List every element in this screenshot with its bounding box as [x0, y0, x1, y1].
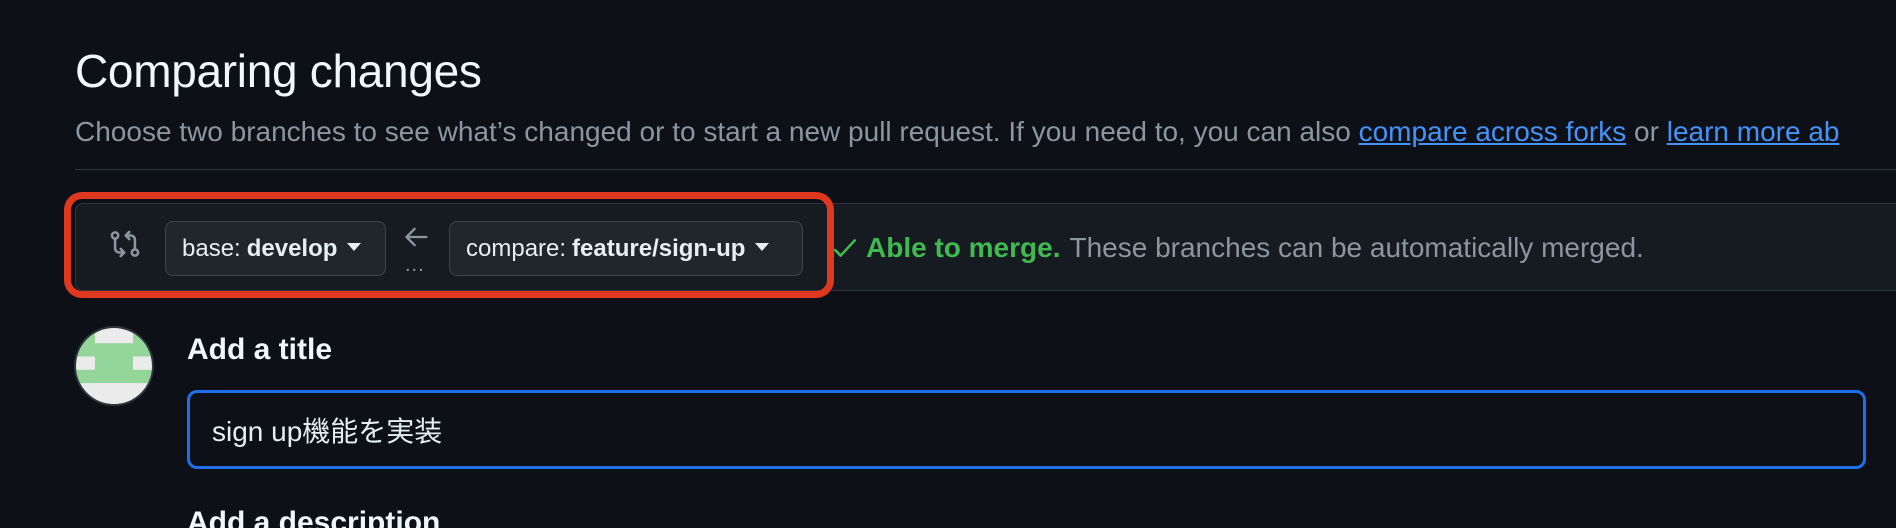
annotation-highlight-box: [64, 192, 834, 298]
subtitle-or: or: [1626, 116, 1667, 147]
description-label: Add a description: [187, 506, 441, 528]
merge-ok-label: Able to merge.: [866, 232, 1061, 263]
divider: [75, 169, 1896, 170]
learn-more-link[interactable]: learn more ab: [1667, 116, 1840, 147]
title-label: Add a title: [187, 333, 333, 366]
compare-across-forks-link[interactable]: compare across forks: [1359, 116, 1627, 147]
avatar[interactable]: [74, 326, 154, 406]
check-icon: [833, 239, 857, 257]
page-title: Comparing changes: [75, 45, 482, 97]
merge-message: These branches can be automatically merg…: [1069, 232, 1644, 263]
compare-page: Comparing changes Choose two branches to…: [0, 0, 1896, 528]
page-subtitle: Choose two branches to see what’s change…: [75, 116, 1839, 148]
title-input[interactable]: [187, 390, 1866, 469]
subtitle-text: Choose two branches to see what’s change…: [75, 116, 1359, 147]
merge-status: Able to merge. These branches can be aut…: [832, 232, 1644, 264]
